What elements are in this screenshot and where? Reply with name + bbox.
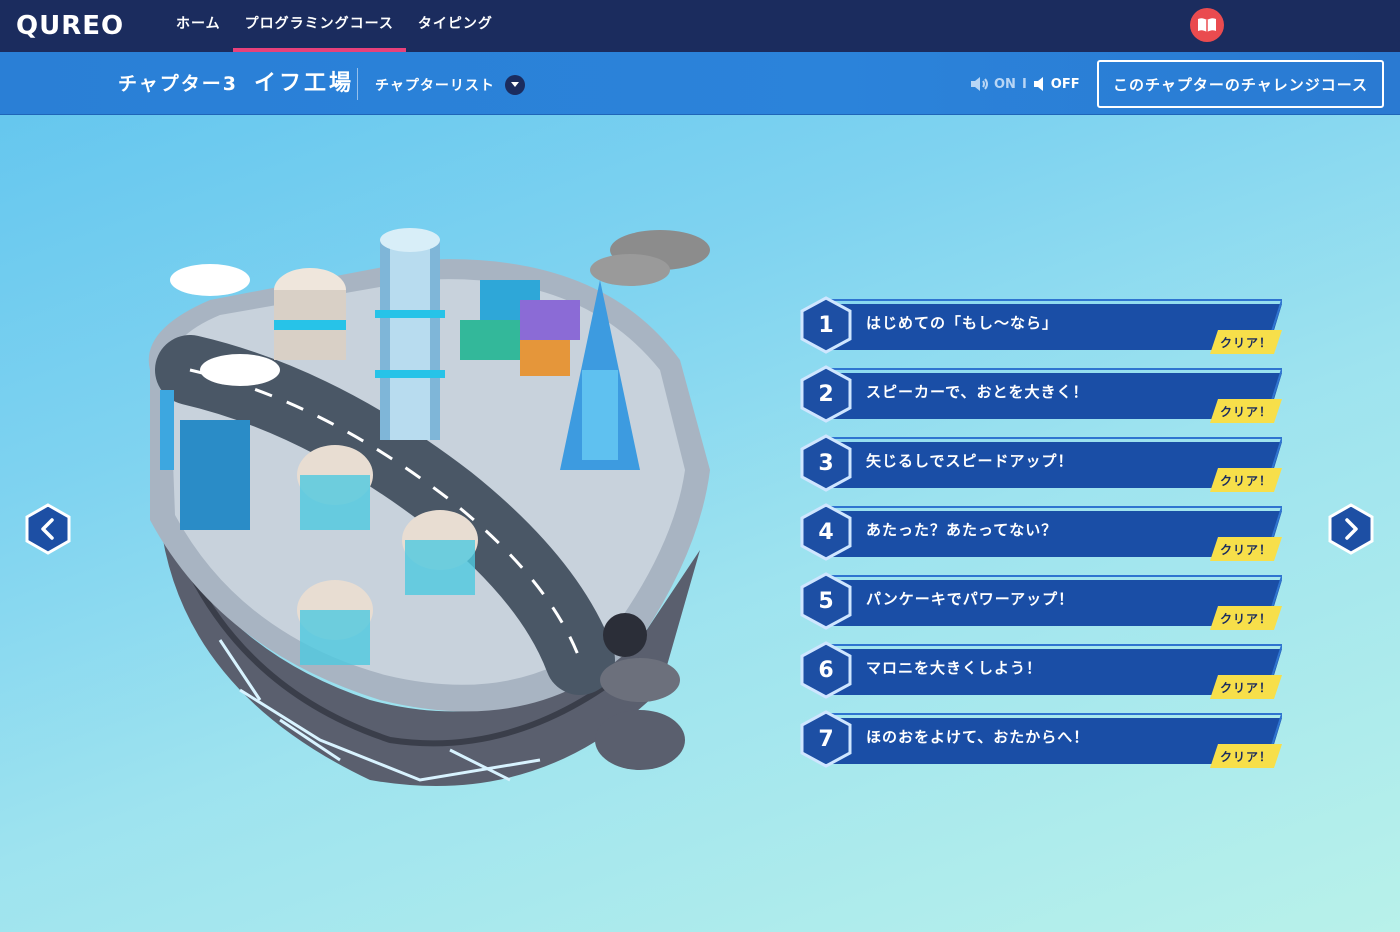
chapter-number: チャプター3 (118, 73, 239, 95)
nav-item-programming-course[interactable]: プログラミングコース (232, 0, 407, 52)
book-avatar-icon (1198, 18, 1216, 32)
sound-toggle: ON I OFF (970, 74, 1080, 94)
chapter-divider (357, 68, 358, 100)
chapter-list-label: チャプターリスト (375, 78, 495, 94)
prev-chapter-button[interactable] (25, 503, 71, 555)
chevron-left-icon (25, 503, 71, 555)
chevron-right-icon (1328, 503, 1374, 555)
clear-badge-label: クリア！ (1219, 473, 1272, 488)
course-item-1[interactable]: 1 はじめての「もし〜なら」 クリア！ (800, 294, 1290, 358)
nav-item-home[interactable]: ホーム (164, 0, 233, 52)
course-number: 2 (818, 381, 834, 407)
factory-island-illustration (148, 228, 710, 786)
course-title: スピーカーで、おとを大きく！ (866, 383, 1089, 401)
user-avatar[interactable] (1190, 8, 1224, 42)
chapter-name: イフ工場 (254, 71, 355, 96)
course-title: マロニを大きくしよう！ (866, 659, 1043, 677)
clear-badge-label: クリア！ (1219, 749, 1272, 764)
speaker-on-icon (971, 77, 988, 91)
challenge-course-button[interactable]: このチャプターのチャレンジコース (1097, 60, 1384, 108)
clear-badge-label: クリア！ (1219, 404, 1272, 419)
course-number: 3 (818, 450, 834, 476)
course-title: あたった？あたってない？ (866, 521, 1058, 539)
course-title: 矢じるしでスピードアップ！ (866, 452, 1074, 470)
course-number: 7 (818, 726, 834, 752)
nav-item-typing[interactable]: タイピング (406, 0, 505, 52)
nav-items: ホーム プログラミングコース タイピング (164, 0, 505, 52)
course-number: 5 (818, 588, 834, 614)
course-item-4[interactable]: 4 あたった？あたってない？ クリア！ (800, 501, 1290, 565)
sound-off-button[interactable]: OFF (1033, 76, 1080, 92)
course-item-5[interactable]: 5 パンケーキでパワーアップ！ クリア！ (800, 570, 1290, 634)
course-item-6[interactable]: 6 マロニを大きくしよう！ クリア！ (800, 639, 1290, 703)
course-number: 4 (818, 519, 834, 545)
chapter-title: チャプター3 イフ工場 (118, 68, 354, 100)
speaker-off-icon (1033, 77, 1043, 91)
course-item-7[interactable]: 7 ほのおをよけて、おたからへ！ クリア！ (800, 708, 1290, 772)
sound-on-label: ON (994, 76, 1016, 92)
sound-off-label: OFF (1050, 76, 1080, 92)
clear-badge-label: クリア！ (1219, 335, 1272, 350)
course-title: はじめての「もし〜なら」 (866, 314, 1059, 332)
clear-badge-label: クリア！ (1219, 542, 1272, 557)
sound-separator: I (1021, 76, 1027, 92)
chevron-down-icon (504, 75, 525, 95)
qureo-logo[interactable]: QUREO (16, 12, 123, 40)
top-nav: QUREO ホーム プログラミングコース タイピング (0, 0, 1400, 52)
course-title: パンケーキでパワーアップ！ (866, 590, 1075, 608)
clear-badge-label: クリア！ (1219, 611, 1272, 626)
clear-badge-label: クリア！ (1219, 680, 1272, 695)
course-number: 1 (818, 312, 834, 338)
next-chapter-button[interactable] (1328, 503, 1374, 555)
course-item-2[interactable]: 2 スピーカーで、おとを大きく！ クリア！ (800, 363, 1290, 427)
chapter-bar: チャプター3 イフ工場 チャプターリスト ON I OFF このチャプターのチャ… (0, 52, 1400, 115)
chapter-list-dropdown[interactable]: チャプターリスト (375, 72, 525, 98)
course-title: ほのおをよけて、おたからへ！ (866, 728, 1090, 746)
course-item-3[interactable]: 3 矢じるしでスピードアップ！ クリア！ (800, 432, 1290, 496)
course-number: 6 (818, 657, 834, 683)
sound-on-button[interactable]: ON (970, 76, 1016, 92)
